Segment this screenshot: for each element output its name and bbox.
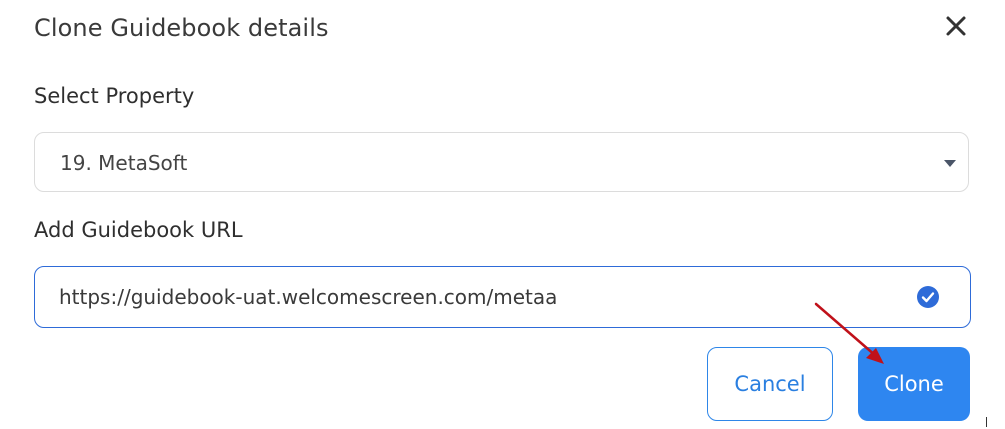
url-field	[34, 266, 971, 328]
property-label: Select Property	[34, 84, 195, 108]
cancel-button[interactable]: Cancel	[707, 347, 833, 421]
url-input[interactable]	[59, 267, 899, 326]
check-circle-icon	[917, 286, 939, 308]
dialog-title: Clone Guidebook details	[34, 14, 329, 42]
property-selected-value: 19. MetaSoft	[60, 151, 188, 175]
clone-button[interactable]: Clone	[858, 347, 970, 421]
caret-down-icon	[944, 160, 956, 167]
close-button[interactable]	[942, 12, 970, 40]
close-icon	[946, 16, 966, 36]
url-label: Add Guidebook URL	[34, 218, 243, 242]
property-select[interactable]: 19. MetaSoft	[34, 132, 969, 192]
text-cursor	[986, 417, 987, 427]
